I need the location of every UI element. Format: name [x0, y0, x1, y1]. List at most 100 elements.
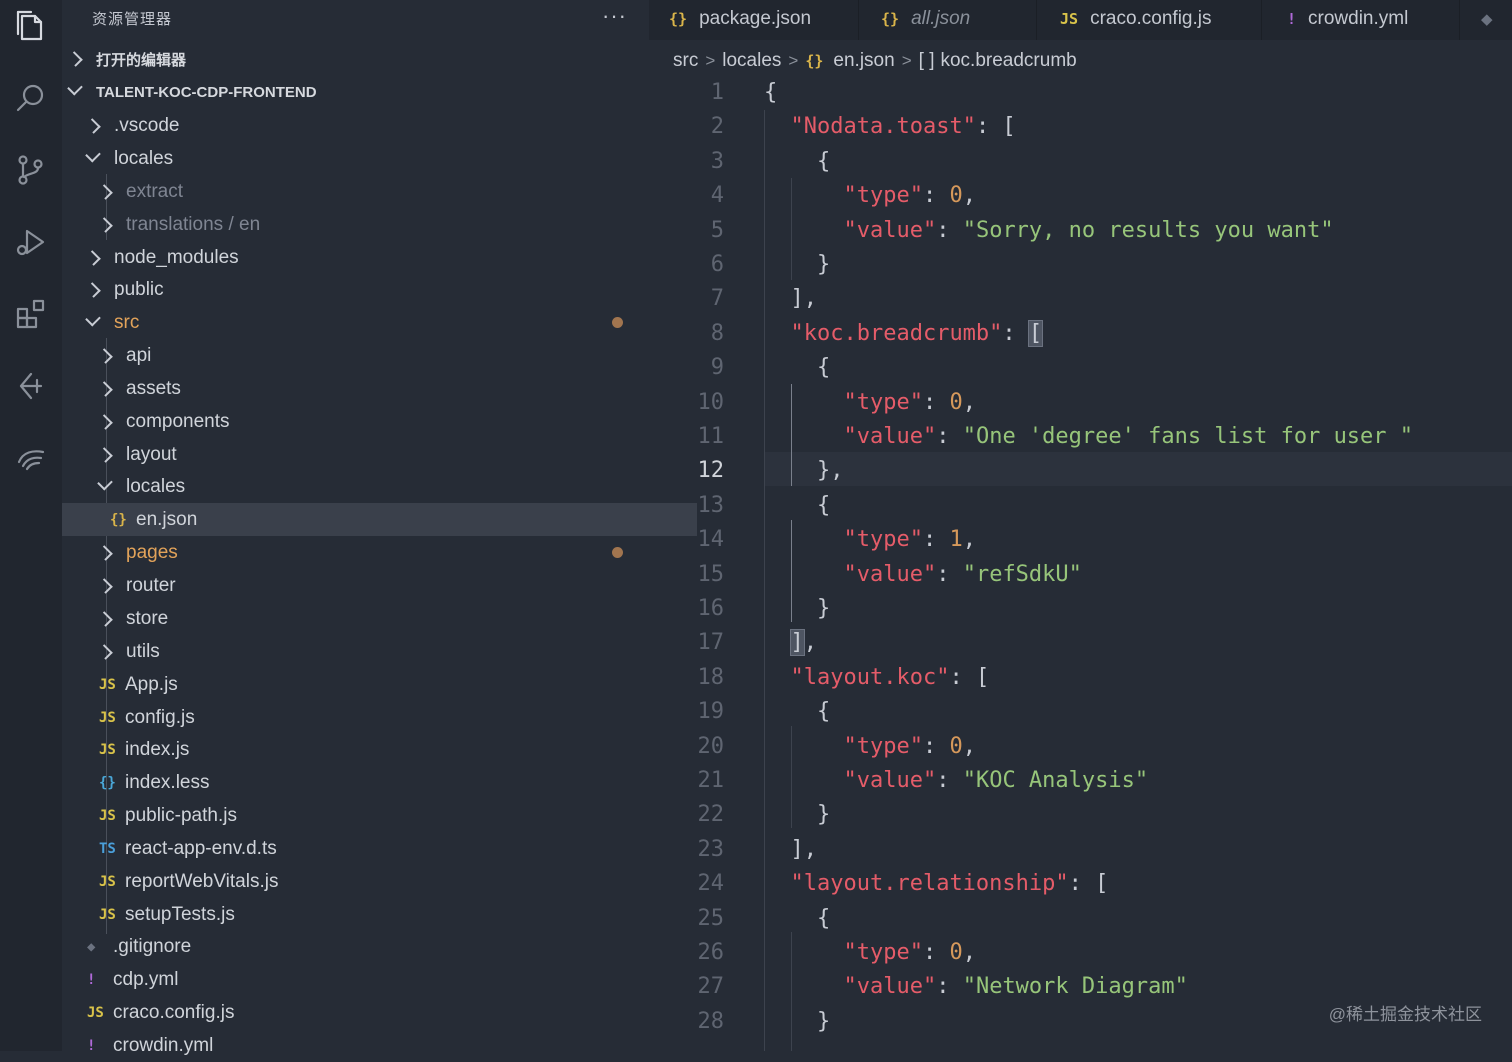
- code-line[interactable]: 6 }: [649, 248, 1512, 282]
- js-icon: JS: [99, 676, 116, 693]
- line-number: 14: [697, 527, 725, 553]
- tree-label: store: [126, 607, 169, 629]
- extra-icon[interactable]: [7, 434, 55, 482]
- tree-folder-node-modules[interactable]: node_modules: [62, 241, 675, 274]
- code-line[interactable]: 21 "value": "KOC Analysis": [649, 764, 1512, 798]
- code-line[interactable]: 25 {: [649, 902, 1512, 936]
- js-icon: JS: [99, 906, 116, 923]
- tree-folder-locales-root[interactable]: locales: [62, 142, 675, 175]
- run-debug-icon[interactable]: [7, 218, 55, 266]
- line-number: 18: [697, 664, 725, 690]
- code-line[interactable]: 22 }: [649, 798, 1512, 832]
- code-line[interactable]: 5 "value": "Sorry, no results you want": [649, 214, 1512, 248]
- code-line[interactable]: 4 "type": 0,: [649, 179, 1512, 213]
- extensions-icon[interactable]: [7, 290, 55, 338]
- code-line[interactable]: 12 },: [649, 454, 1512, 488]
- code-line[interactable]: 20 "type": 0,: [649, 730, 1512, 764]
- code-line[interactable]: 16 }: [649, 592, 1512, 626]
- breadcrumb: src > locales > {} en.json > [ ] koc.bre…: [673, 46, 1077, 76]
- open-editors-section[interactable]: 打开的编辑器: [62, 43, 649, 75]
- json-key: "Nodata.toast": [790, 114, 976, 140]
- tree-label: .gitignore: [113, 935, 192, 957]
- code-line[interactable]: 7 ],: [649, 282, 1512, 316]
- remote-icon[interactable]: [7, 362, 55, 410]
- code-editor[interactable]: 1{2 "Nodata.toast": [3 {4 "type": 0, 5 "v…: [649, 76, 1512, 1051]
- tree-folder-assets[interactable]: assets: [62, 372, 687, 405]
- tree-folder-public[interactable]: public: [62, 273, 675, 306]
- tree-file-setup-tests[interactable]: JS setupTests.js: [62, 898, 686, 931]
- breadcrumb-locales[interactable]: locales: [722, 50, 781, 72]
- source-control-icon[interactable]: [7, 146, 55, 194]
- tree-file-cdp-yml[interactable]: ! cdp.yml: [62, 963, 674, 996]
- tab-label: crowdin.yml: [1308, 8, 1409, 29]
- line-number: 8: [710, 320, 724, 346]
- tree-folder-api[interactable]: api: [62, 339, 687, 372]
- tree-label: index.js: [125, 738, 190, 760]
- tree-file-en-json[interactable]: {} en.json: [62, 503, 697, 536]
- tree-label: public-path.js: [125, 804, 237, 826]
- code-line[interactable]: 17 ],: [649, 626, 1512, 660]
- tree-folder-router[interactable]: router: [62, 569, 687, 602]
- tab-separator: [1459, 0, 1460, 40]
- chevron-right-icon: [97, 577, 113, 594]
- tree-file-react-app-env[interactable]: TS react-app-env.d.ts: [62, 832, 686, 865]
- tree-file-config-js[interactable]: JS config.js: [62, 701, 686, 734]
- code-text: },: [764, 454, 844, 488]
- tree-folder-locales[interactable]: locales: [62, 470, 687, 503]
- breadcrumb-symbol[interactable]: koc.breadcrumb: [940, 50, 1076, 72]
- tab-crowdin-yml[interactable]: ! crowdin.yml: [1287, 0, 1408, 38]
- line-number: 1: [710, 80, 724, 105]
- json-punctuation: :: [922, 389, 950, 415]
- code-line[interactable]: 1{: [649, 76, 1512, 110]
- code-line[interactable]: 26 "type": 0,: [649, 936, 1512, 970]
- files-icon[interactable]: [7, 2, 55, 50]
- line-number: 23: [697, 836, 725, 862]
- tree-file-index-less[interactable]: {} index.less: [62, 766, 686, 799]
- code-line[interactable]: 2 "Nodata.toast": [: [649, 110, 1512, 144]
- code-line[interactable]: 19 {: [649, 695, 1512, 729]
- tree-folder-layout[interactable]: layout: [62, 438, 687, 471]
- breadcrumb-src[interactable]: src: [673, 50, 698, 72]
- code-line[interactable]: 10 "type": 0,: [649, 386, 1512, 420]
- code-line[interactable]: 23 ],: [649, 833, 1512, 867]
- breadcrumb-file[interactable]: en.json: [833, 50, 894, 72]
- project-section[interactable]: TALENT-KOC-CDP-FRONTEND: [62, 76, 649, 108]
- tree-file-craco-config[interactable]: JS craco.config.js: [62, 996, 674, 1029]
- code-text: ],: [764, 282, 818, 316]
- more-actions-icon[interactable]: ···: [602, 3, 627, 29]
- tab-overflow-icon[interactable]: ◆: [1481, 0, 1493, 38]
- json-key: "value": [843, 217, 937, 243]
- code-line[interactable]: 15 "value": "refSdkU": [649, 558, 1512, 592]
- tree-file-app-js[interactable]: JS App.js: [62, 668, 686, 701]
- tree-folder-src[interactable]: src: [62, 306, 675, 339]
- code-line[interactable]: 24 "layout.relationship": [: [649, 867, 1512, 901]
- code-line[interactable]: 13 {: [649, 489, 1512, 523]
- code-line[interactable]: 8 "koc.breadcrumb": [: [649, 317, 1512, 351]
- chevron-down-icon: [97, 474, 113, 491]
- tab-craco-config[interactable]: JS craco.config.js: [1060, 0, 1212, 38]
- tab-all-json[interactable]: {} all.json: [881, 0, 970, 38]
- tree-folder-utils[interactable]: utils: [62, 635, 687, 668]
- code-line[interactable]: 18 "layout.koc": [: [649, 661, 1512, 695]
- tree-file-index-js[interactable]: JS index.js: [62, 733, 686, 766]
- tree-folder-components[interactable]: components: [62, 405, 687, 438]
- code-line[interactable]: 11 "value": "One 'degree' fans list for …: [649, 420, 1512, 454]
- search-icon[interactable]: [7, 74, 55, 122]
- tab-package-json[interactable]: {} package.json: [669, 0, 811, 38]
- code-line[interactable]: 3 {: [649, 145, 1512, 179]
- code-line[interactable]: 9 {: [649, 351, 1512, 385]
- tree-folder-extract[interactable]: extract: [62, 175, 687, 208]
- tree-folder-store[interactable]: store: [62, 602, 687, 635]
- tree-label: extract: [126, 180, 184, 202]
- json-punctuation: :: [922, 940, 950, 965]
- tree-folder-pages[interactable]: pages: [62, 536, 687, 569]
- code-line[interactable]: 14 "type": 1,: [649, 523, 1512, 557]
- tree-folder-vscode[interactable]: .vscode: [62, 109, 675, 142]
- tree-file-crowdin-yml[interactable]: ! crowdin.yml: [62, 1029, 674, 1062]
- tree-file-public-path-js[interactable]: JS public-path.js: [62, 799, 686, 832]
- js-icon: JS: [99, 873, 116, 890]
- tree-file-report-web-vitals[interactable]: JS reportWebVitals.js: [62, 865, 686, 898]
- tree-file-gitignore[interactable]: ◆ .gitignore: [62, 930, 674, 963]
- tree-folder-translations[interactable]: translations / en: [62, 208, 687, 241]
- code-text: {: [764, 76, 777, 110]
